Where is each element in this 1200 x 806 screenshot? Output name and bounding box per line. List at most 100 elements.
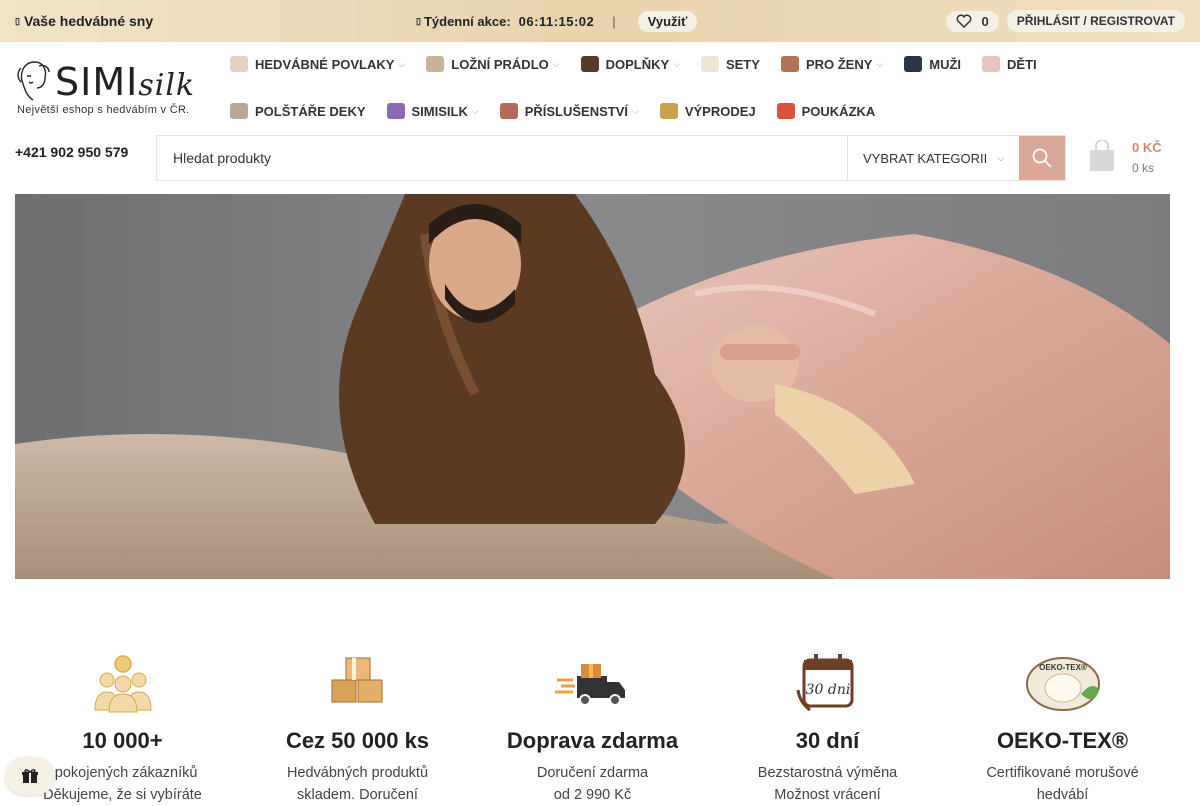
- calendar-30-icon: 30 dni: [788, 650, 868, 714]
- feature-line-1: Certifikované morušové: [986, 765, 1139, 781]
- feature-line-2: hedvábí: [1036, 787, 1089, 803]
- chevron-down-icon: ⌵: [876, 58, 884, 69]
- svg-text:30 dni: 30 dni: [805, 682, 850, 698]
- feature-line-2: Děkujeme, že si vybíráte: [43, 787, 202, 803]
- shopping-bag-icon: [1090, 140, 1114, 171]
- gift-button[interactable]: [5, 757, 55, 795]
- nav-item-label: MUŽI: [929, 56, 962, 72]
- face-logo-icon: [17, 61, 50, 101]
- nav-row-2: POLŠTÁŘE DEKY SIMISILK ⌵ PŘÍSLUŠENSTVÍ ⌵ VÝPR…: [230, 89, 1190, 133]
- nav-item-pro-ženy[interactable]: PRO ŽENY ⌵: [780, 56, 884, 72]
- delivery-truck-icon: [553, 650, 633, 714]
- bed-icon: [426, 56, 445, 72]
- nav-item-label: DOPLŇKY: [605, 56, 670, 72]
- deal-icon: ▯: [416, 15, 421, 26]
- chevron-down-icon: ⌵: [997, 152, 1005, 163]
- wishlist-count: 0: [981, 13, 989, 29]
- nav-item-výprodej[interactable]: VÝPRODEJ: [659, 103, 756, 119]
- feature-line-1: Bezstarostná výměna: [757, 765, 898, 781]
- nav-item-ložní-prádlo[interactable]: LOŽNÍ PRÁDLO ⌵: [426, 56, 560, 72]
- login-register-link[interactable]: PŘIHLÁSIT / REGISTROVAT: [1006, 10, 1185, 32]
- pillow-icon: [230, 103, 248, 119]
- feature-description: spokojených zákazníků Děkujeme, že si vyb…: [43, 762, 202, 806]
- feature-description: Hedvábných produktů skladem. Doručení: [287, 762, 428, 806]
- feature-title: 10 000+: [82, 728, 163, 753]
- nav-item-doplňky[interactable]: DOPLŇKY ⌵: [580, 56, 680, 72]
- feature-title: OEKO-TEX®: [996, 728, 1129, 753]
- cart-button[interactable]: 0 KČ 0 ks: [1088, 140, 1162, 175]
- svg-text:OEKO-TEX®: OEKO-TEX®: [1039, 663, 1087, 672]
- search-icon: [1032, 148, 1052, 168]
- nav-item-sety[interactable]: SETY: [700, 56, 760, 72]
- logo[interactable]: SIMIsilk Největší eshop s hedvábím v ČR.: [15, 56, 205, 120]
- feature-line-1: Doručení zdarma: [536, 765, 649, 781]
- hero-banner[interactable]: [15, 194, 1170, 579]
- gift-icon: [776, 103, 795, 119]
- feature-description: Bezstarostná výměna Možnost vrácení: [758, 762, 897, 806]
- heart-icon: [956, 14, 971, 28]
- nav-item-poukázka[interactable]: POUKÁZKA: [776, 103, 876, 119]
- gift-icon: [22, 769, 38, 783]
- nav-item-muži[interactable]: MUŽI: [904, 56, 961, 72]
- man-icon: [904, 56, 923, 72]
- separator: |: [612, 13, 616, 29]
- search-bar: VYBRAT KATEGORII ⌵: [156, 135, 1066, 181]
- nav-item-label: SIMISILK: [411, 103, 468, 119]
- chevron-down-icon: ⌵: [398, 58, 406, 69]
- feature-description: Doručení zdarma od 2 990 Kč: [537, 762, 648, 806]
- fabric-icon: [386, 103, 405, 119]
- phone-number[interactable]: +421 902 950 579: [15, 144, 128, 160]
- hero-image: [15, 194, 1170, 579]
- nav-item-label: PRO ŽENY: [805, 56, 873, 72]
- logo-tagline: Největší eshop s hedvábím v ČR.: [17, 104, 190, 116]
- search-input[interactable]: [157, 136, 847, 180]
- set-icon: [700, 56, 719, 72]
- features-row: 10 000+ spokojených zákazníků Děkujeme, že…: [0, 650, 1185, 806]
- feature-line-2: od 2 990 Kč: [553, 787, 632, 803]
- top-bar: ▯ Vaše hedvábné sny ▯ Týdenní akce: 06:1…: [0, 0, 1200, 42]
- feature-card: 30 dni 30 dní Bezstarostná výměna Možnost v…: [710, 650, 945, 806]
- feature-title: 30 dní: [795, 728, 860, 753]
- nav-item-label: POUKÁZKA: [801, 103, 876, 119]
- promo-icon: ▯: [15, 15, 20, 26]
- deal-label: Týdenní akce:: [423, 13, 511, 29]
- wishlist-button[interactable]: 0: [945, 10, 999, 32]
- cart-total: 0 KČ: [1132, 140, 1162, 155]
- nav-item-label: LOŽNÍ PRÁDLO: [451, 56, 549, 72]
- nav-item-děti[interactable]: DĚTI: [982, 56, 1037, 72]
- weekly-deal: ▯ Týdenní akce: 06:11:15:02 | Využiť: [416, 0, 698, 42]
- feature-line-2: skladem. Doručení: [297, 787, 418, 803]
- promo-text: ▯ Vaše hedvábné sny: [15, 13, 154, 29]
- main-nav: HEDVÁBNÉ POVLAKY ⌵ LOŽNÍ PRÁDLO ⌵ DOPLŇKY ⌵ SE…: [230, 42, 1190, 133]
- nav-item-label: POLŠTÁŘE DEKY: [255, 103, 366, 119]
- nav-item-hedvábné-povlaky[interactable]: HEDVÁBNÉ POVLAKY ⌵: [230, 56, 405, 72]
- chevron-down-icon: ⌵: [673, 58, 680, 69]
- feature-description: Certifikované morušové hedvábí: [986, 762, 1138, 806]
- nav-item-polštáře-deky[interactable]: POLŠTÁŘE DEKY: [230, 103, 366, 119]
- feature-title: Cez 50 000 ks: [285, 728, 430, 753]
- woman-icon: [780, 56, 799, 72]
- chevron-down-icon: ⌵: [631, 105, 639, 116]
- feature-title: Doprava zdarma: [506, 728, 679, 753]
- kids-icon: [982, 56, 1001, 72]
- category-select[interactable]: VYBRAT KATEGORII ⌵: [847, 136, 1019, 180]
- tag-icon: [659, 103, 678, 119]
- nav-item-label: SETY: [725, 56, 760, 72]
- boxes-icon: [318, 650, 398, 714]
- feature-card: Doprava zdarma Doručení zdarma od 2 990 Kč: [475, 650, 710, 806]
- oeko-tex-icon: OEKO-TEX®: [1023, 650, 1103, 714]
- nav-item-simisilk[interactable]: SIMISILK ⌵: [386, 103, 479, 119]
- logo-text: SIMIsilk: [55, 60, 196, 104]
- feature-line-2: Možnost vrácení: [774, 787, 881, 803]
- feature-line-1: Hedvábných produktů: [286, 765, 429, 781]
- feature-line-1: spokojených zákazníků: [47, 765, 198, 781]
- search-button[interactable]: [1019, 136, 1065, 180]
- nav-item-label: VÝPRODEJ: [684, 103, 756, 119]
- accessory-icon: [499, 103, 518, 119]
- nav-item-příslušenství[interactable]: PŘÍSLUŠENSTVÍ ⌵: [499, 103, 639, 119]
- customers-icon: [83, 650, 163, 714]
- cart-count: 0 ks: [1132, 161, 1155, 175]
- use-deal-button[interactable]: Využiť: [637, 10, 698, 32]
- nav-item-label: DĚTI: [1007, 56, 1037, 72]
- pillowcase-icon: [230, 56, 248, 72]
